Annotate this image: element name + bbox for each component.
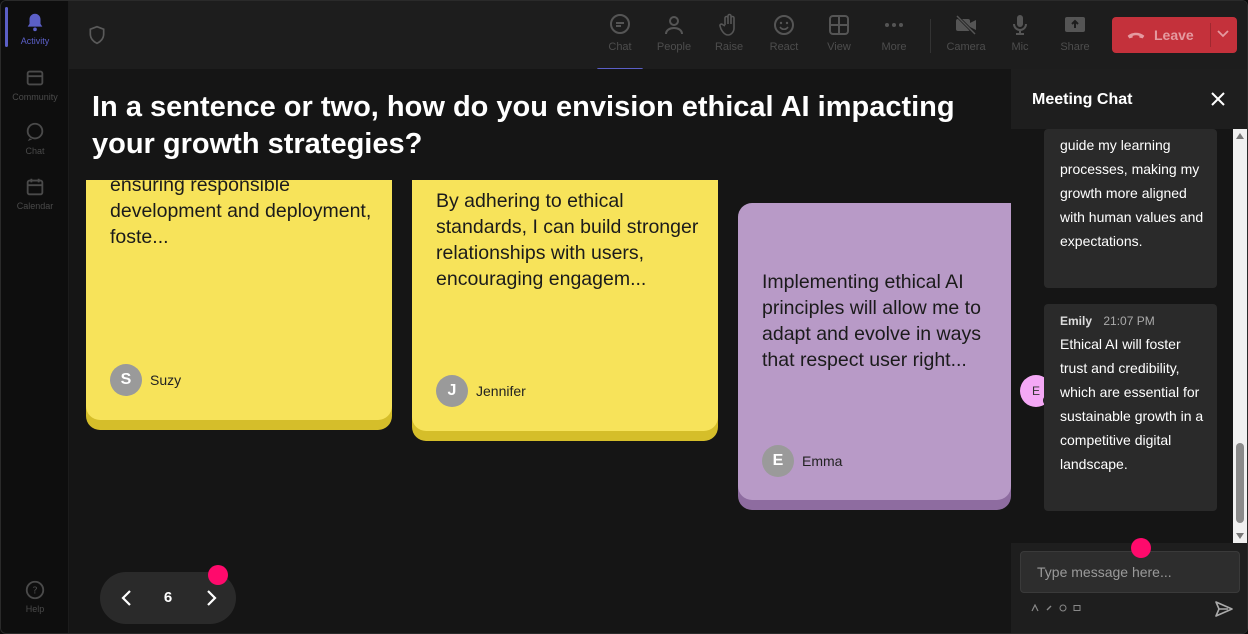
card-author: S Suzy: [110, 364, 181, 396]
toolbar-label: Camera: [946, 41, 986, 53]
toolbar-people-button[interactable]: People: [649, 11, 699, 63]
shield-icon[interactable]: [87, 25, 107, 45]
chat-icon: [26, 122, 44, 142]
hang-up-icon: [1127, 32, 1145, 39]
message-meta: Emily 21:07 PM: [1060, 314, 1155, 328]
chat-icon: [610, 14, 630, 34]
toolbar-react-button[interactable]: React: [759, 11, 809, 63]
scroll-up-icon[interactable]: [1236, 133, 1244, 139]
click-indicator-dot: [208, 565, 228, 585]
share-icon: [1065, 17, 1085, 32]
toolbar-label: People: [656, 41, 692, 53]
rail-item-calendar[interactable]: Calendar: [1, 176, 69, 211]
help-icon: ?: [25, 580, 45, 600]
toolbar-view-button[interactable]: View: [814, 11, 864, 63]
scroll-down-icon[interactable]: [1236, 533, 1244, 539]
toolbar-label: Mic: [1011, 41, 1029, 53]
rail-item-label: Community: [12, 92, 58, 102]
avatar: J: [436, 375, 468, 407]
more-icon: [885, 23, 903, 27]
gif-icon[interactable]: [1073, 604, 1081, 612]
toolbar-raise-button[interactable]: Raise: [704, 11, 754, 63]
chevron-down-icon[interactable]: [1216, 27, 1230, 41]
chat-title: Meeting Chat: [1032, 91, 1133, 108]
rail-item-help[interactable]: ? Help: [1, 579, 69, 614]
emoji-icon[interactable]: [1059, 604, 1067, 612]
leave-label: Leave: [1154, 27, 1194, 43]
meeting-chat-panel: Meeting Chat guide my learning processes…: [1011, 69, 1247, 633]
raise-hand-icon: [719, 13, 735, 36]
rail-item-label: Help: [25, 604, 45, 614]
community-icon: [26, 70, 44, 86]
sticky-note-card[interactable]: ensuring responsible development and dep…: [86, 180, 392, 420]
svg-text:?: ?: [32, 586, 37, 597]
meeting-window: Activity Community Chat Calendar ? Help …: [0, 0, 1248, 634]
close-icon[interactable]: [1209, 90, 1227, 108]
toolbar-label: React: [769, 41, 799, 53]
toolbar-share-button[interactable]: Share: [1050, 11, 1100, 63]
toolbar-label: View: [827, 41, 851, 53]
view-grid-icon: [829, 15, 849, 35]
click-indicator-dot: [1131, 538, 1151, 558]
chat-message: Emily 21:07 PM Ethical AI will foster tr…: [1044, 304, 1217, 511]
toolbar-divider: [930, 19, 931, 53]
react-icon: [774, 15, 794, 35]
author-name: Emma: [802, 453, 843, 469]
attach-icon[interactable]: [1045, 604, 1053, 612]
rail-item-activity[interactable]: Activity: [1, 11, 69, 46]
page-number: 6: [163, 589, 173, 606]
sticky-note-card[interactable]: Implementing ethical AI principles will …: [738, 203, 1011, 500]
question-title: In a sentence or two, how do you envisio…: [92, 91, 955, 160]
toolbar-label: Share: [1060, 41, 1090, 53]
chevron-left-icon[interactable]: [117, 588, 137, 608]
leave-divider: [1210, 23, 1211, 47]
card-author: E Emma: [762, 445, 842, 477]
card-text: Implementing ethical AI principles will …: [762, 271, 981, 371]
message-text: guide my learning processes, making my g…: [1060, 137, 1204, 249]
toolbar-label: Raise: [714, 41, 744, 53]
avatar: S: [110, 364, 142, 396]
card-author: J Jennifer: [436, 375, 526, 407]
camera-off-icon: [955, 14, 977, 36]
mic-icon: [1013, 15, 1027, 35]
sender-name: Emily: [1060, 314, 1093, 328]
chat-messages[interactable]: guide my learning processes, making my g…: [1011, 129, 1247, 543]
toolbar-mic-button[interactable]: Mic: [995, 11, 1045, 63]
card-text: ensuring responsible development and dep…: [110, 180, 372, 248]
rail-item-label: Chat: [25, 146, 45, 156]
toolbar-label: Chat: [608, 41, 632, 53]
scrollbar-thumb[interactable]: [1236, 443, 1244, 523]
chat-message-input[interactable]: [1020, 551, 1240, 593]
compose-toolbar: [1031, 604, 1081, 612]
whiteboard-stage: In a sentence or two, how do you envisio…: [69, 69, 1011, 633]
cards-strip: ensuring responsible development and dep…: [69, 180, 1011, 520]
left-rail: Activity Community Chat Calendar ? Help: [1, 1, 69, 633]
sticky-note-card[interactable]: By adhering to ethical standards, I can …: [412, 180, 718, 431]
message-time: 21:07 PM: [1103, 314, 1155, 328]
send-icon[interactable]: [1214, 600, 1234, 618]
meeting-toolbar: Chat People Raise React View More Camera: [69, 1, 1247, 71]
avatar: E: [762, 445, 794, 477]
message-text: Ethical AI will foster trust and credibi…: [1060, 336, 1204, 472]
rail-item-chat[interactable]: Chat: [1, 121, 69, 156]
toolbar-camera-button[interactable]: Camera: [941, 11, 991, 63]
rail-item-label: Activity: [20, 36, 50, 46]
toolbar-more-button[interactable]: More: [869, 11, 919, 63]
calendar-icon: [26, 178, 44, 196]
people-icon: [665, 16, 683, 35]
chat-message: guide my learning processes, making my g…: [1044, 129, 1217, 288]
toolbar-chat-button[interactable]: Chat: [595, 11, 645, 71]
chat-scrollbar[interactable]: [1233, 129, 1247, 543]
chevron-right-icon[interactable]: [201, 588, 221, 608]
format-icon[interactable]: [1031, 604, 1039, 612]
rail-item-label: Calendar: [16, 201, 54, 211]
bell-icon: [27, 13, 43, 32]
author-name: Jennifer: [476, 383, 526, 399]
card-text: By adhering to ethical standards, I can …: [436, 190, 699, 290]
leave-button[interactable]: Leave: [1112, 17, 1237, 53]
toolbar-label: More: [881, 41, 907, 53]
rail-item-community[interactable]: Community: [1, 67, 69, 102]
author-name: Suzy: [150, 372, 182, 388]
chat-header: Meeting Chat: [1011, 69, 1247, 129]
